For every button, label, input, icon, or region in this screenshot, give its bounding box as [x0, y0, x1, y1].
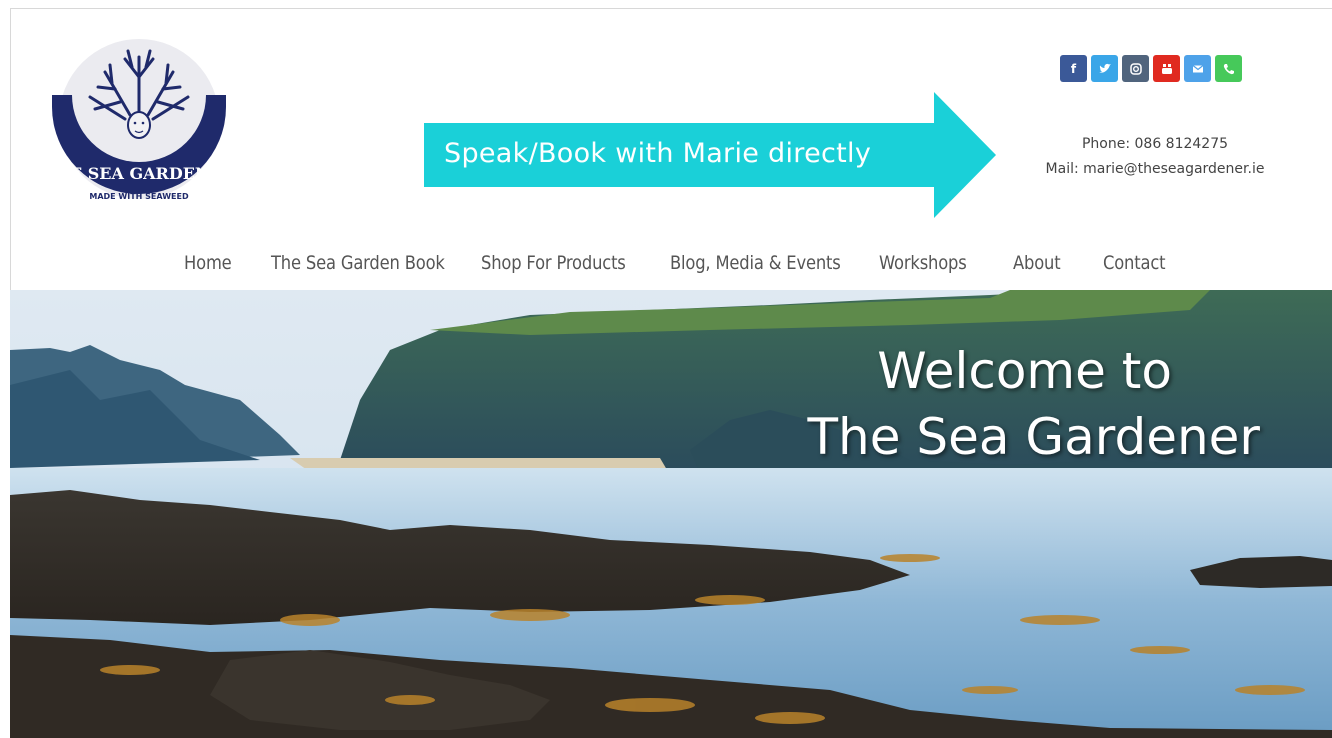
nav-item-workshops[interactable]: Workshops: [879, 252, 967, 274]
facebook-icon[interactable]: f: [1060, 55, 1087, 82]
hero-title-line1: Welcome to: [877, 342, 1172, 400]
nav-item-about[interactable]: About: [1013, 252, 1061, 274]
contact-phone[interactable]: Phone: 086 8124275: [1010, 132, 1300, 157]
logo-tagline: MADE WITH SEAWEED: [89, 192, 189, 201]
contact-mail[interactable]: Mail: marie@theseagardener.ie: [1010, 157, 1300, 182]
mail-icon[interactable]: [1184, 55, 1211, 82]
instagram-icon[interactable]: [1122, 55, 1149, 82]
contact-info: Phone: 086 8124275 Mail: marie@theseagar…: [1010, 132, 1300, 182]
callout-arrow: Speak/Book with Marie directly: [424, 92, 998, 218]
nav-item-shop[interactable]: Shop For Products: [481, 252, 626, 274]
twitter-icon[interactable]: [1091, 55, 1118, 82]
nav-item-contact[interactable]: Contact: [1103, 252, 1166, 274]
main-nav: Home The Sea Garden Book Shop For Produc…: [0, 252, 1332, 282]
site-logo[interactable]: THE SEA GARDENER MADE WITH SEAWEED: [43, 37, 236, 207]
nav-item-home[interactable]: Home: [184, 252, 232, 274]
callout-text: Speak/Book with Marie directly: [444, 138, 872, 169]
social-links: f: [1060, 55, 1242, 82]
nav-item-blog[interactable]: Blog, Media & Events: [670, 252, 841, 274]
hero-title: Welcome to The Sea Gardener: [808, 338, 1261, 470]
hero-banner: Welcome to The Sea Gardener: [10, 290, 1332, 738]
hero-title-line2: The Sea Gardener: [807, 408, 1261, 466]
nav-item-sea-garden-book[interactable]: The Sea Garden Book: [271, 252, 445, 274]
phone-icon[interactable]: [1215, 55, 1242, 82]
logo-title: THE SEA GARDENER: [50, 164, 228, 183]
youtube-icon[interactable]: [1153, 55, 1180, 82]
